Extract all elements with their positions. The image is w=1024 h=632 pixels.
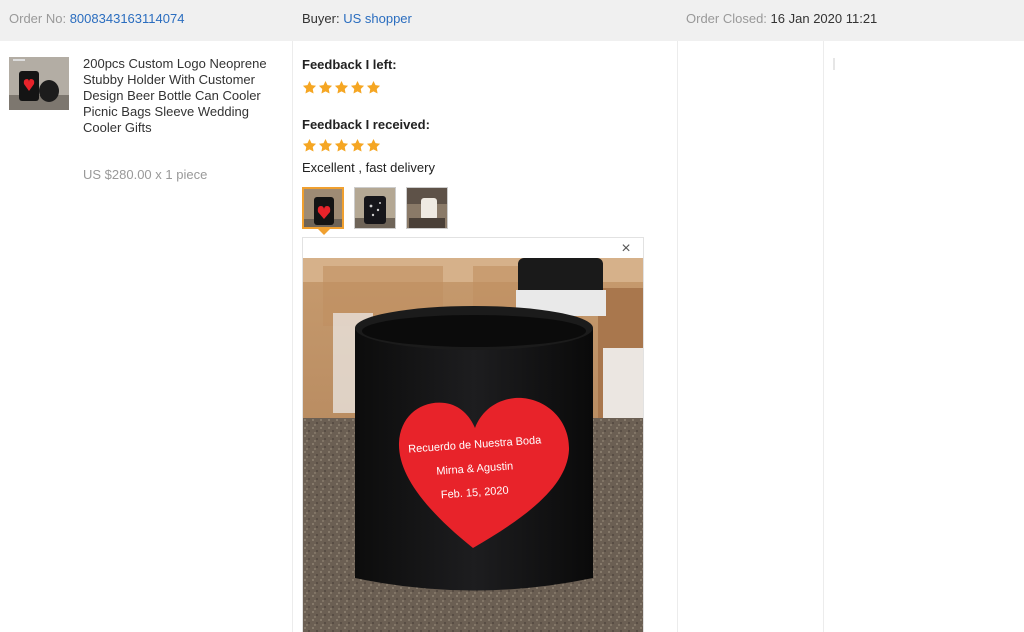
feedback-photo-thumbnail[interactable] — [406, 187, 448, 229]
star-icon — [318, 138, 333, 152]
feedback-photo-thumbnail[interactable] — [354, 187, 396, 229]
feedback-left-stars — [302, 80, 381, 96]
star-icon — [302, 138, 317, 152]
star-icon — [350, 138, 365, 152]
feedback-photo-thumbnails — [302, 187, 448, 229]
column-divider — [823, 41, 824, 632]
order-header: Order No: 8008343163114074 Buyer: US sho… — [0, 0, 1024, 41]
order-number-link[interactable]: 8008343163114074 — [70, 11, 185, 26]
feedback-photo-preview: × Recuerdo de Nuestra Boda Mirna & Agust… — [302, 237, 644, 632]
star-icon — [318, 80, 333, 94]
product-thumbnail[interactable] — [9, 57, 69, 110]
feedback-received-label: Feedback I received: — [302, 117, 430, 132]
product-title[interactable]: 200pcs Custom Logo Neoprene Stubby Holde… — [83, 56, 273, 136]
order-closed-date: 16 Jan 2020 11:21 — [770, 11, 878, 26]
buyer: Buyer: US shopper — [302, 0, 412, 37]
star-icon — [366, 138, 381, 152]
feedback-received-text: Excellent , fast delivery — [302, 160, 435, 175]
order-number: Order No: 8008343163114074 — [9, 0, 184, 37]
column-divider — [292, 41, 293, 632]
feedback-photo-large[interactable]: Recuerdo de Nuestra Boda Mirna & Agustin… — [303, 258, 643, 632]
close-icon[interactable]: × — [619, 241, 633, 257]
star-icon — [334, 138, 349, 152]
buyer-label: Buyer: — [302, 11, 340, 26]
star-icon — [350, 80, 365, 94]
thumbnail-pointer — [318, 229, 330, 235]
feedback-photo-thumbnail[interactable] — [302, 187, 344, 229]
star-icon — [366, 80, 381, 94]
order-closed: Order Closed: 16 Jan 2020 11:21 — [686, 0, 877, 37]
feedback-received-stars — [302, 138, 381, 154]
column-divider — [677, 41, 678, 632]
order-number-label: Order No: — [9, 11, 67, 26]
divider-mark — [833, 58, 835, 70]
feedback-left-label: Feedback I left: — [302, 57, 397, 72]
star-icon — [334, 80, 349, 94]
product-price: US $280.00 x 1 piece — [83, 167, 208, 182]
star-icon — [302, 80, 317, 94]
order-closed-label: Order Closed: — [686, 11, 767, 26]
buyer-link[interactable]: US shopper — [343, 11, 412, 26]
